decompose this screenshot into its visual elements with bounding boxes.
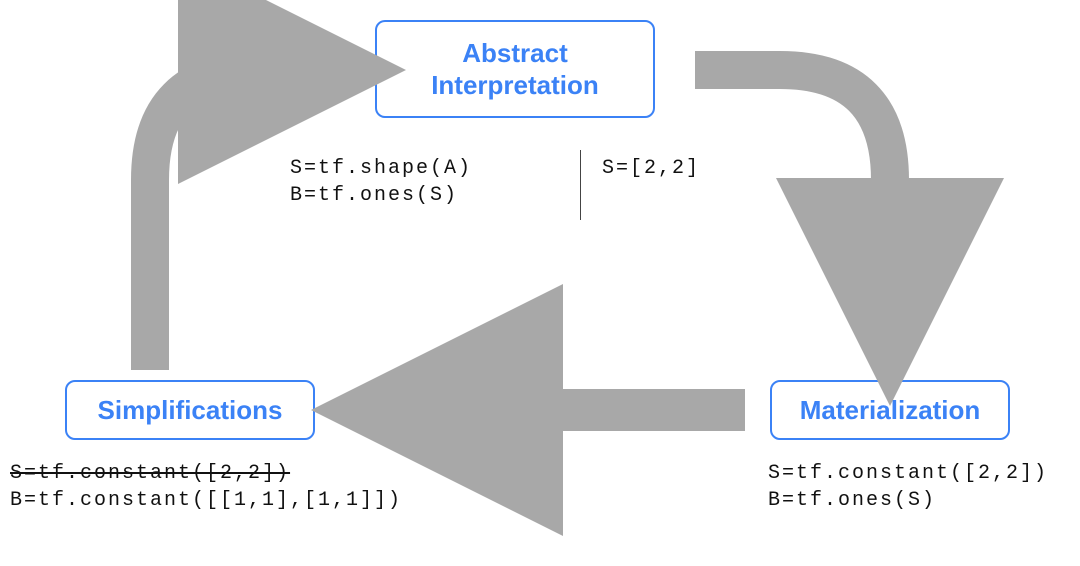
simplifications-label: Simplifications [98, 395, 283, 426]
materialization-code-l1: S=tf.constant([2,2]) [768, 462, 1048, 485]
abstract-interpretation-box: Abstract Interpretation [375, 20, 655, 118]
arrow-abstract-to-material [670, 10, 990, 380]
center-divider [580, 150, 581, 220]
abstract-line1: Abstract [462, 38, 567, 68]
materialization-label: Materialization [800, 395, 981, 426]
arrow-material-to-simpl [345, 370, 755, 450]
materialization-code: S=tf.constant([2,2]) B=tf.ones(S) [768, 460, 1048, 514]
materialization-code-l2: B=tf.ones(S) [768, 489, 936, 512]
arrow-simpl-to-abstract [70, 10, 370, 380]
simplifications-code-l1-struck: S=tf.constant([2,2]) [10, 462, 290, 485]
abstract-line2: Interpretation [431, 70, 599, 100]
simplifications-code: S=tf.constant([2,2]) B=tf.constant([[1,1… [10, 460, 402, 514]
simplifications-box: Simplifications [65, 380, 315, 440]
materialization-box: Materialization [770, 380, 1010, 440]
simplifications-code-l2: B=tf.constant([[1,1],[1,1]]) [10, 489, 402, 512]
